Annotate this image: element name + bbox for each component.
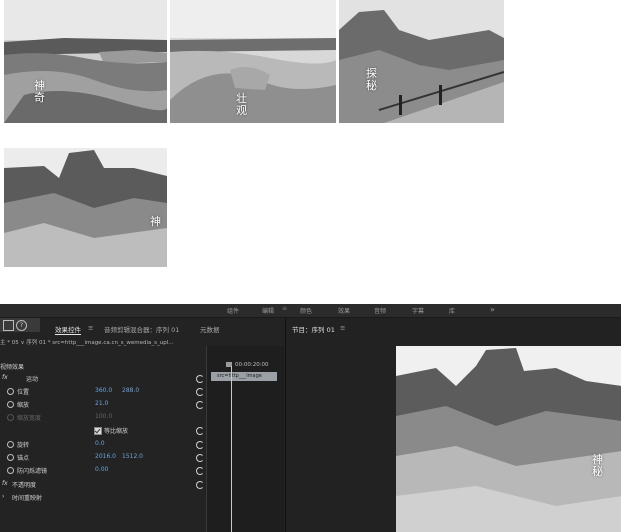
timeline-timecode: 00:00:20:00	[235, 362, 269, 368]
help-icon[interactable]: ?	[16, 320, 27, 331]
workspace-color[interactable]: 颜色	[300, 306, 312, 315]
expand-arrow-icon: ›	[2, 493, 5, 500]
program-monitor-panel: 节目：序列 01 ≡ 神 秘	[285, 318, 621, 532]
tool-strip: ?	[0, 318, 40, 332]
stopwatch-icon[interactable]	[7, 441, 14, 448]
effect-controls-timeline[interactable]: 00:00:20:00 src=http___image	[206, 346, 284, 532]
stopwatch-icon[interactable]	[7, 388, 14, 395]
stopwatch-icon[interactable]	[7, 401, 14, 408]
stopwatch-icon[interactable]	[7, 454, 14, 461]
tab-effect-controls[interactable]: 效果控件	[55, 324, 81, 335]
thumbnail-3	[339, 0, 504, 123]
fx-icon: fx	[2, 374, 8, 381]
pen-icon[interactable]	[3, 320, 14, 331]
reset-icon[interactable]	[196, 441, 204, 449]
workspace-bar: 组件 编辑 ≡ 颜色 效果 音频 字幕 库 »	[0, 304, 621, 318]
reset-icon[interactable]	[196, 375, 204, 383]
motion-label: 运动	[26, 376, 39, 383]
reset-icon[interactable]	[196, 481, 204, 489]
opacity-row[interactable]: fx 不透明度	[0, 480, 205, 490]
tab-metadata[interactable]: 元数据	[200, 324, 220, 334]
thumbnail-2	[170, 0, 336, 123]
landscape-rock-boardwalk-image	[339, 0, 504, 123]
workspace-editing[interactable]: 编辑	[262, 306, 274, 315]
program-caption: 神 秘	[592, 453, 603, 478]
scale-row: 缩放 21.0	[0, 400, 205, 410]
landscape-rock-cliff-preview	[396, 346, 621, 532]
workspace-effects[interactable]: 效果	[338, 306, 350, 315]
position-x-value[interactable]: 360.0	[95, 387, 112, 394]
landscape-badlands-ridge-image	[170, 0, 336, 123]
stopwatch-icon[interactable]	[7, 467, 14, 474]
clip-bar[interactable]: src=http___image	[211, 372, 277, 381]
time-remap-row[interactable]: › 时间重映射	[0, 493, 205, 503]
workspace-menu-icon[interactable]: ≡	[282, 305, 287, 312]
workspace-audio[interactable]: 音频	[374, 306, 386, 315]
uniform-scale-checkbox[interactable]	[94, 427, 102, 435]
anchor-y-value[interactable]: 1512.0	[122, 453, 143, 460]
workspace-overflow-icon[interactable]: »	[490, 305, 495, 314]
position-y-value[interactable]: 288.0	[122, 387, 139, 394]
reset-icon[interactable]	[196, 388, 204, 396]
playhead[interactable]	[231, 366, 232, 532]
anchor-row: 锚点 2016.0 1512.0	[0, 453, 205, 463]
anchor-x-value[interactable]: 2016.0	[95, 453, 116, 460]
fx-icon: fx	[2, 480, 8, 487]
thumbnail-3-caption: 探 秘	[366, 67, 377, 92]
thumbnail-1-caption: 神 奇	[34, 79, 45, 104]
video-effects-header: 视频效果	[0, 364, 25, 371]
thumbnail-4	[4, 148, 167, 267]
thumbnail-4-caption: 神	[150, 215, 161, 228]
reset-icon[interactable]	[196, 401, 204, 409]
uniform-scale-row: 等比缩放	[0, 426, 205, 436]
reset-icon[interactable]	[196, 454, 204, 462]
sequence-selector[interactable]: 主 * 05 ∨ 序列 01 * src=http___image.ca.cn_…	[0, 338, 205, 348]
rotation-value[interactable]: 0.0	[95, 440, 105, 447]
landscape-rock-cliff-image	[4, 148, 167, 267]
video-editor-window: 组件 编辑 ≡ 颜色 效果 音频 字幕 库 » ? 效果控件 ≡ 音频剪辑混合器…	[0, 304, 621, 532]
anti-flicker-value[interactable]: 0.00	[95, 466, 108, 473]
workspace-libraries[interactable]: 库	[449, 306, 455, 315]
program-preview[interactable]: 神 秘	[396, 346, 621, 532]
position-row: 位置 360.0 288.0	[0, 387, 205, 397]
effect-controls-panel: ? 效果控件 ≡ 音频剪辑混合器：序列 01 元数据 主 * 05 ∨ 序列 0…	[0, 318, 284, 532]
reset-icon[interactable]	[196, 467, 204, 475]
workspace-captions[interactable]: 字幕	[412, 306, 424, 315]
scale-width-row: 缩放宽度 100.0	[0, 413, 205, 423]
workspace-assembly[interactable]: 组件	[227, 306, 239, 315]
reset-icon[interactable]	[196, 427, 204, 435]
tab-program-monitor[interactable]: 节目：序列 01	[292, 324, 335, 334]
anti-flicker-row: 防闪烁滤镜 0.00	[0, 466, 205, 476]
program-menu-icon[interactable]: ≡	[340, 324, 345, 332]
scale-width-value: 100.0	[95, 413, 113, 420]
tab-audio-clip-mixer[interactable]: 音频剪辑混合器：序列 01	[104, 324, 179, 334]
thumbnail-2-caption: 壮 观	[236, 92, 247, 117]
motion-row[interactable]: fx 运动	[0, 374, 205, 384]
tab-menu-icon[interactable]: ≡	[88, 324, 93, 332]
rotation-row: 旋转 0.0	[0, 440, 205, 450]
scale-value[interactable]: 21.0	[95, 400, 108, 407]
landscape-badlands-river-image	[4, 0, 167, 123]
thumbnail-1	[4, 0, 167, 123]
stopwatch-icon	[7, 414, 14, 421]
